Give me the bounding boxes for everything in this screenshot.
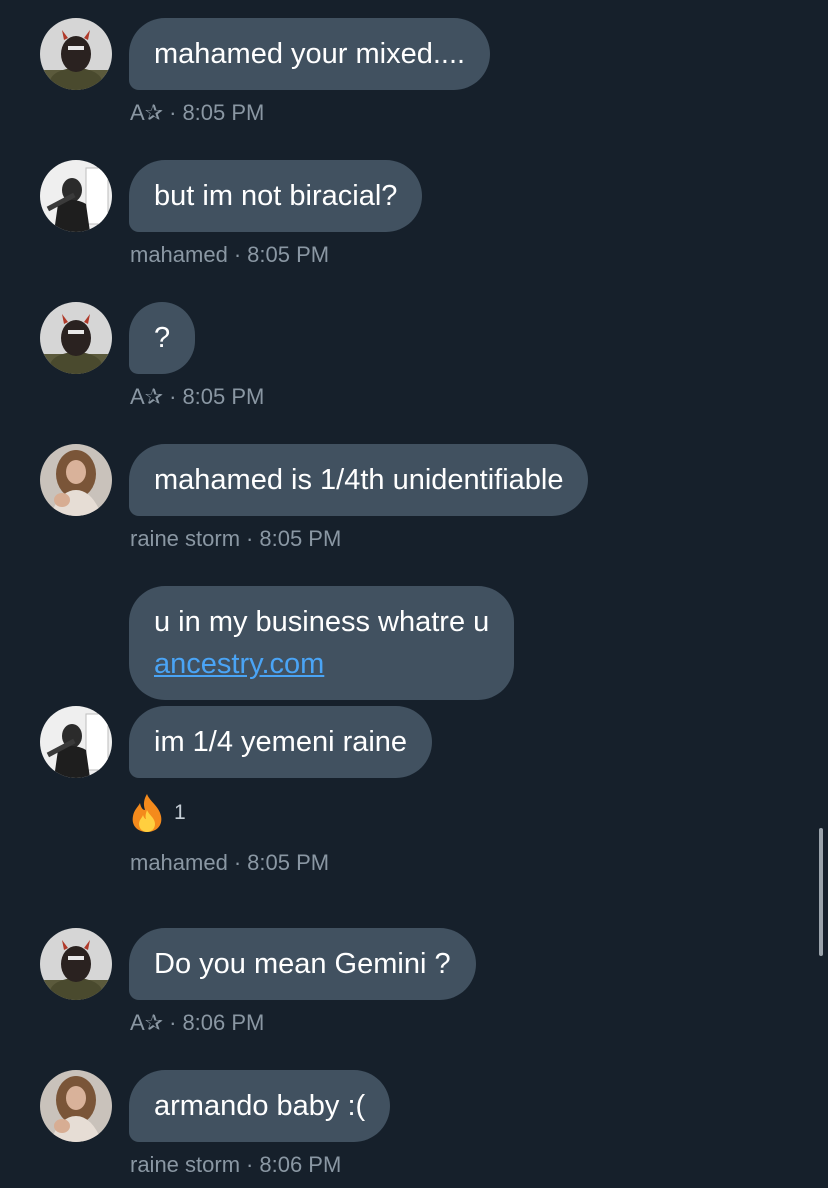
message-meta: A✰ · 8:05 PM [130,384,264,410]
message-bubble[interactable]: im 1/4 yemeni raine [129,706,433,778]
avatar-mahamed[interactable] [40,706,112,778]
message-bubble[interactable]: u in my business whatre u ancestry.com [129,586,515,700]
timestamp: 8:06 PM [259,1152,342,1177]
fire-emoji-icon [132,794,162,832]
separator: · [246,526,254,551]
avatar-raine[interactable] [40,1070,112,1142]
separator: · [169,100,177,125]
avatar-mahamed-image [40,706,112,778]
timestamp: 8:06 PM [182,1010,265,1035]
reaction[interactable]: 1 [128,792,186,834]
message-meta: A✰ · 8:06 PM [130,1010,264,1036]
message-bubble[interactable]: Do you mean Gemini ? [129,928,476,1000]
message-bubble[interactable]: mahamed your mixed.... [129,18,491,90]
author-name[interactable]: A✰ [130,384,163,409]
timestamp: 8:05 PM [247,242,330,267]
avatar-a[interactable] [40,18,112,90]
message-bubble[interactable]: but im not biracial? [129,160,423,232]
separator: · [246,1152,254,1177]
message-meta: mahamed · 8:05 PM [130,850,329,876]
message-bubble[interactable]: ? [129,302,196,374]
avatar-a-image [40,18,112,90]
separator: · [169,1010,177,1035]
message-text: but im not biracial? [154,180,398,212]
avatar-raine[interactable] [40,444,112,516]
message-text: mahamed your mixed.... [154,38,466,70]
ancestry-link[interactable]: ancestry.com [154,648,324,680]
message-text: armando baby :( [154,1090,366,1122]
message-meta: mahamed · 8:05 PM [130,242,329,268]
scrollbar[interactable] [819,828,823,956]
message-bubble[interactable]: mahamed is 1/4th unidentifiable [129,444,589,516]
message-bubble[interactable]: armando baby :( [129,1070,391,1142]
avatar-a-image [40,302,112,374]
message-meta: raine storm · 8:05 PM [130,526,341,552]
separator: · [169,384,177,409]
message-text: im 1/4 yemeni raine [154,726,408,758]
author-name[interactable]: A✰ [130,1010,163,1035]
avatar-raine-image [40,444,112,516]
avatar-a[interactable] [40,928,112,1000]
timestamp: 8:05 PM [182,384,265,409]
avatar-a[interactable] [40,302,112,374]
timestamp: 8:05 PM [247,850,330,875]
message-text: Do you mean Gemini ? [154,948,451,980]
message-text: mahamed is 1/4th unidentifiable [154,464,564,496]
avatar-mahamed-image [40,160,112,232]
message-text: ? [154,322,171,354]
avatar-a-image [40,928,112,1000]
timestamp: 8:05 PM [259,526,342,551]
author-name[interactable]: mahamed [130,850,228,875]
author-name[interactable]: A✰ [130,100,163,125]
avatar-mahamed[interactable] [40,160,112,232]
message-meta: raine storm · 8:06 PM [130,1152,341,1178]
timestamp: 8:05 PM [182,100,265,125]
message-text: u in my business whatre u [154,606,490,638]
author-name[interactable]: raine storm [130,526,240,551]
separator: · [233,850,242,875]
reaction-count: 1 [174,801,186,824]
message-meta: A✰ · 8:05 PM [130,100,264,126]
avatar-raine-image [40,1070,112,1142]
author-name[interactable]: raine storm [130,1152,240,1177]
separator: · [233,242,242,267]
author-name[interactable]: mahamed [130,242,228,267]
